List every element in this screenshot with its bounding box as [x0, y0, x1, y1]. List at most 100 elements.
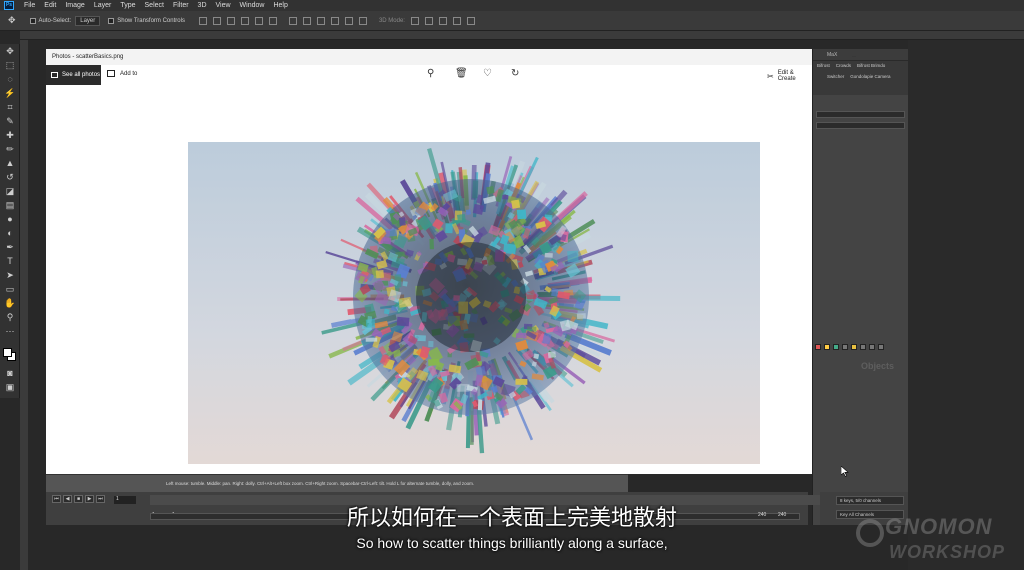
shelf-icon[interactable] — [869, 344, 875, 350]
distribute-left-icon[interactable] — [330, 16, 339, 25]
3d-mode-label: 3D Mode: — [378, 17, 405, 24]
menu-type[interactable]: Type — [120, 2, 135, 9]
help-line-text: Left mouse: tumble. Middle: pan. Right: … — [166, 481, 475, 486]
screen: Ps File Edit Image Layer Type Select Fil… — [0, 0, 1024, 570]
scatter-tile — [456, 383, 470, 392]
brush-tool-icon[interactable]: ✏ — [3, 143, 17, 156]
more-tools-icon[interactable]: ⋯ — [3, 325, 17, 338]
scatter-tile — [429, 238, 434, 250]
hand-tool-icon[interactable]: ✋ — [3, 297, 17, 310]
align-middle-icon[interactable] — [212, 16, 221, 25]
eyedropper-icon[interactable]: ✎ — [3, 115, 17, 128]
gradient-tool-icon[interactable]: ▤ — [3, 199, 17, 212]
scatter-tile — [472, 203, 484, 215]
maya-panel-field-1[interactable] — [816, 111, 905, 118]
align-center-icon[interactable] — [254, 16, 263, 25]
minimize-icon[interactable]: – — [852, 53, 856, 60]
clone-stamp-icon[interactable]: ▲ — [3, 157, 17, 170]
align-top-icon[interactable] — [198, 16, 207, 25]
align-bottom-icon[interactable] — [226, 16, 235, 25]
zoom-tool-icon[interactable]: ⚲ — [3, 311, 17, 324]
shelf-icon[interactable] — [878, 344, 884, 350]
see-all-photos-label: See all photos — [62, 72, 101, 78]
photos-titlebar: Photos - scatterBasics.png – — [46, 49, 856, 65]
menu-3d[interactable]: 3D — [198, 2, 207, 9]
shelf-tab-bifrost-brimdo[interactable]: Bifrost Brimdo — [857, 63, 885, 69]
rotate-icon[interactable]: ↻ — [511, 68, 519, 79]
menu-filter[interactable]: Filter — [173, 2, 189, 9]
auto-select-target-dropdown[interactable]: Layer — [75, 15, 101, 26]
ps-menubar: Ps File Edit Image Layer Type Select Fil… — [0, 0, 1024, 11]
3d-scale-icon[interactable] — [466, 16, 475, 25]
history-brush-icon[interactable]: ↺ — [3, 171, 17, 184]
blur-tool-icon[interactable]: ● — [3, 213, 17, 226]
3d-slide-icon[interactable] — [452, 16, 461, 25]
distribute-bottom-icon[interactable] — [316, 16, 325, 25]
show-transform-checkbox[interactable] — [108, 17, 115, 24]
distribute-right-icon[interactable] — [358, 16, 367, 25]
3d-rotate-icon[interactable] — [410, 16, 419, 25]
shape-tool-icon[interactable]: ▭ — [3, 283, 17, 296]
auto-select-checkbox[interactable] — [29, 17, 36, 24]
shelf-item-camera[interactable]: Gondolapie Camera — [850, 74, 890, 92]
menu-file[interactable]: File — [24, 2, 35, 9]
eraser-tool-icon[interactable]: ◪ — [3, 185, 17, 198]
shelf-icon[interactable] — [833, 344, 839, 350]
add-to-button[interactable]: Add to — [107, 70, 137, 77]
healing-brush-icon[interactable]: ✚ — [3, 129, 17, 142]
delete-icon[interactable]: 🗑 — [455, 68, 468, 79]
dodge-tool-icon[interactable]: ◐ — [3, 227, 17, 240]
menu-view[interactable]: View — [216, 2, 231, 9]
menu-layer[interactable]: Layer — [94, 2, 112, 9]
shelf-icon[interactable] — [860, 344, 866, 350]
shelf-icon[interactable] — [815, 344, 821, 350]
zoom-icon[interactable]: ⚲ — [427, 68, 434, 79]
move-tool-icon[interactable]: ✥ — [3, 45, 17, 58]
menu-help[interactable]: Help — [273, 2, 287, 9]
magic-wand-icon[interactable]: ⚡ — [3, 87, 17, 100]
scatter-sphere-render — [188, 142, 760, 464]
menu-select[interactable]: Select — [145, 2, 164, 9]
type-tool-icon[interactable]: T — [3, 255, 17, 268]
menu-window[interactable]: Window — [240, 2, 265, 9]
align-right-icon[interactable] — [268, 16, 277, 25]
3d-roll-icon[interactable] — [424, 16, 433, 25]
quick-mask-icon[interactable]: ◙ — [3, 367, 17, 380]
foreground-color-swatch[interactable] — [3, 348, 12, 357]
photos-gallery-icon — [51, 72, 58, 78]
scatter-tile — [567, 250, 579, 263]
edit-create-button[interactable]: ✂ Edit & Create — [767, 70, 812, 82]
align-left-icon[interactable] — [240, 16, 249, 25]
menu-edit[interactable]: Edit — [44, 2, 56, 9]
scatter-tile — [511, 199, 521, 209]
photos-window-title: Photos - scatterBasics.png — [52, 54, 124, 60]
pen-tool-icon[interactable]: ✒ — [3, 241, 17, 254]
shelf-tab-bifrost[interactable]: Bifrost — [817, 63, 830, 69]
shelf-icon[interactable] — [842, 344, 848, 350]
shelf-tab-crowds[interactable]: Crowds — [836, 63, 851, 69]
add-to-icon — [107, 70, 115, 77]
screen-mode-icon[interactable]: ▣ — [3, 381, 17, 394]
scatter-tile — [428, 340, 434, 348]
distribute-center-icon[interactable] — [344, 16, 353, 25]
shelf-icon[interactable] — [851, 344, 857, 350]
photos-toolbar: See all photos Add to ⚲ 🗑 ♡ ↻ ✂ Edit & C… — [46, 65, 812, 85]
marquee-tool-icon[interactable]: ⬚ — [3, 59, 17, 72]
3d-pan-icon[interactable] — [438, 16, 447, 25]
shelf-icon[interactable] — [824, 344, 830, 350]
scatter-tile — [383, 308, 390, 315]
crop-tool-icon[interactable]: ⌗ — [3, 101, 17, 114]
maya-shelf-tabs: Bifrost Crowds Bifrost Brimdo — [813, 61, 908, 71]
shelf-item-switcher[interactable]: Switcher — [827, 74, 844, 92]
distribute-middle-icon[interactable] — [302, 16, 311, 25]
path-selection-icon[interactable]: ➤ — [3, 269, 17, 282]
ps-toolbar: ✥ ⬚ ◌ ⚡ ⌗ ✎ ✚ ✏ ▲ ↺ ◪ ▤ ● ◐ ✒ T ➤ ▭ ✋ ⚲ … — [0, 44, 20, 398]
lasso-tool-icon[interactable]: ◌ — [3, 73, 17, 86]
move-tool-icon[interactable]: ✥ — [8, 15, 16, 26]
menu-image[interactable]: Image — [65, 2, 84, 9]
see-all-photos-button[interactable]: See all photos — [46, 65, 101, 85]
distribute-top-icon[interactable] — [288, 16, 297, 25]
favorite-heart-icon[interactable]: ♡ — [483, 68, 492, 79]
scatter-tile — [547, 351, 556, 358]
maya-panel-field-2[interactable] — [816, 122, 905, 129]
